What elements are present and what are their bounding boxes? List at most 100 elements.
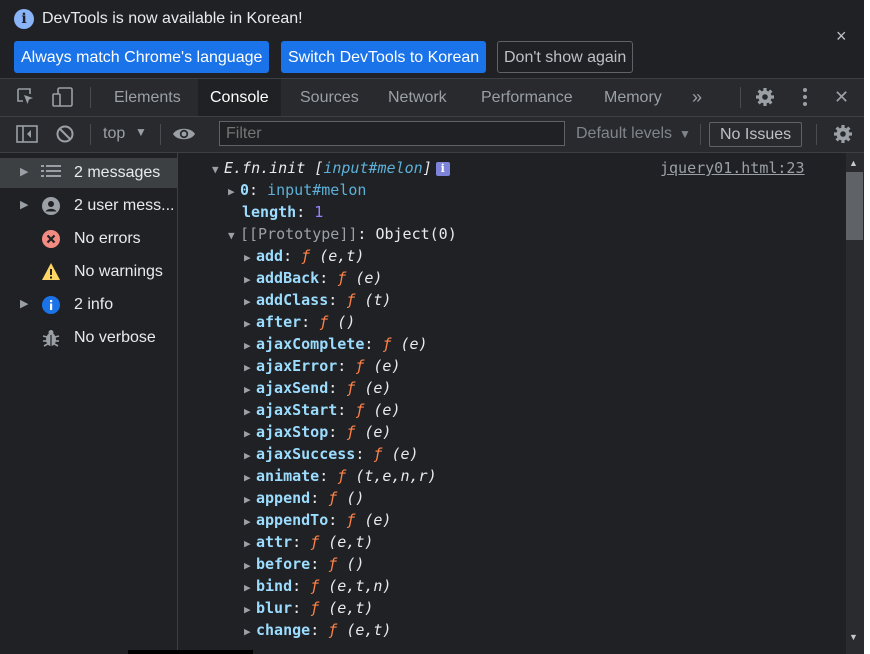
method-row[interactable]: ▶ ajaxStop: ƒ (e): [244, 421, 391, 443]
expand-arrow-icon[interactable]: ▶: [244, 401, 256, 423]
function-icon: ƒ: [373, 445, 383, 463]
tab-console[interactable]: Console: [198, 79, 281, 116]
element-ref[interactable]: input#melon: [323, 159, 422, 177]
property-value[interactable]: input#melon: [267, 181, 366, 199]
expand-arrow-icon[interactable]: ▶: [244, 357, 256, 379]
method-row[interactable]: ▶ addClass: ƒ (t): [244, 289, 391, 311]
method-name: add: [256, 247, 284, 265]
expand-arrow-icon[interactable]: ▶: [244, 511, 256, 533]
expand-arrow-icon[interactable]: ▶: [228, 181, 240, 203]
scrollbar-thumb[interactable]: [846, 172, 863, 240]
tab-sources[interactable]: Sources: [288, 79, 371, 116]
close-devtools-icon[interactable]: ✕: [822, 79, 861, 116]
method-row[interactable]: ▶ add: ƒ (e,t): [244, 245, 364, 267]
method-row[interactable]: ▶ addBack: ƒ (e): [244, 267, 382, 289]
method-row[interactable]: ▶ ajaxComplete: ƒ (e): [244, 333, 428, 355]
expand-arrow-icon[interactable]: ▶: [244, 313, 256, 335]
log-levels-dropdown[interactable]: Default levels: [576, 125, 672, 143]
context-selector[interactable]: top: [103, 125, 125, 143]
tab-memory[interactable]: Memory: [592, 79, 674, 116]
tab-performance[interactable]: Performance: [469, 79, 585, 116]
expand-arrow-icon[interactable]: ▶: [244, 489, 256, 511]
expand-arrow-icon[interactable]: ▶: [244, 423, 256, 445]
scroll-down-arrow-icon[interactable]: ▼: [849, 632, 858, 642]
method-row[interactable]: ▶ ajaxStart: ƒ (e): [244, 399, 401, 421]
expand-arrow-icon[interactable]: ▶: [244, 247, 256, 269]
function-icon: ƒ: [310, 599, 320, 617]
method-row[interactable]: ▶ before: ƒ (): [244, 553, 364, 575]
method-params: (): [337, 313, 356, 331]
expand-arrow-icon[interactable]: ▶: [20, 165, 28, 178]
chevron-down-icon[interactable]: ▼: [679, 127, 691, 141]
expand-arrow-icon[interactable]: ▶: [20, 297, 28, 310]
collapse-arrow-icon[interactable]: ▼: [228, 225, 240, 247]
chevron-down-icon[interactable]: ▼: [135, 125, 147, 139]
console-output: ▼ E.fn.init [input#melon] i jquery01.html:…: [178, 153, 846, 654]
filter-input[interactable]: [219, 121, 565, 146]
method-params: (e,t): [328, 599, 374, 617]
method-row[interactable]: ▶ animate: ƒ (t,e,n,r): [244, 465, 437, 487]
expand-arrow-icon[interactable]: ▶: [20, 198, 28, 211]
dont-show-again-button[interactable]: Don't show again: [497, 41, 634, 73]
devtools-window: i DevTools is now available in Korean! A…: [0, 0, 864, 654]
issues-button[interactable]: No Issues: [709, 122, 803, 147]
function-icon: ƒ: [301, 247, 311, 265]
match-language-button[interactable]: Always match Chrome's language: [14, 41, 270, 73]
close-icon[interactable]: ×: [836, 26, 847, 47]
sidebar-item-label: No warnings: [74, 263, 163, 280]
method-name: ajaxSend: [256, 379, 329, 397]
inspect-element-icon[interactable]: [16, 87, 36, 112]
expand-arrow-icon[interactable]: ▶: [244, 533, 256, 555]
sidebar-item-verbose[interactable]: No verbose: [0, 323, 177, 353]
expand-arrow-icon[interactable]: ▶: [244, 291, 256, 313]
method-row[interactable]: ▶ appendTo: ƒ (e): [244, 509, 391, 531]
expand-arrow-icon[interactable]: ▶: [244, 379, 256, 401]
method-row[interactable]: ▶ after: ƒ (): [244, 311, 355, 333]
expand-arrow-icon[interactable]: ▶: [244, 577, 256, 599]
method-params: (e,t): [346, 621, 392, 639]
method-row[interactable]: ▶ ajaxError: ƒ (e): [244, 355, 401, 377]
method-row[interactable]: ▶ attr: ƒ (e,t): [244, 531, 373, 553]
expand-arrow-icon[interactable]: ▶: [244, 621, 256, 643]
language-infobar: i DevTools is now available in Korean! A…: [0, 0, 864, 79]
prototype-row[interactable]: ▼ [[Prototype]]: Object(0): [228, 223, 457, 245]
method-row[interactable]: ▶ blur: ƒ (e,t): [244, 597, 373, 619]
method-params: (e): [364, 423, 392, 441]
log-entry-header[interactable]: ▼ E.fn.init [input#melon] i: [212, 157, 450, 179]
sidebar-toggle-icon[interactable]: [16, 124, 38, 149]
sidebar-item-user-messages[interactable]: ▶ 2 user mess...: [0, 191, 177, 221]
method-row[interactable]: ▶ bind: ƒ (e,t,n): [244, 575, 391, 597]
clear-console-icon[interactable]: [55, 124, 75, 149]
collapse-arrow-icon[interactable]: ▼: [212, 159, 224, 181]
expand-arrow-icon[interactable]: ▶: [244, 467, 256, 489]
expand-arrow-icon[interactable]: ▶: [244, 335, 256, 357]
sidebar-item-messages[interactable]: ▶ 2 messages: [0, 158, 177, 188]
scroll-up-arrow-icon[interactable]: ▲: [849, 158, 858, 168]
switch-korean-button[interactable]: Switch DevTools to Korean: [281, 41, 487, 73]
method-row[interactable]: ▶ ajaxSend: ƒ (e): [244, 377, 391, 399]
more-options-icon[interactable]: [800, 87, 810, 112]
object-property[interactable]: ▶ 0: input#melon: [228, 179, 366, 201]
device-toolbar-icon[interactable]: [52, 87, 74, 112]
object-property: length: 1: [242, 203, 324, 221]
tab-network[interactable]: Network: [376, 79, 459, 116]
sidebar-item-warnings[interactable]: No warnings: [0, 257, 177, 287]
tab-elements[interactable]: Elements: [102, 79, 193, 116]
source-link[interactable]: jquery01.html:23: [660, 159, 805, 177]
live-expression-eye-icon[interactable]: [172, 125, 196, 148]
console-settings-gear-icon[interactable]: [833, 124, 853, 149]
expand-arrow-icon[interactable]: ▶: [244, 555, 256, 577]
method-row[interactable]: ▶ append: ƒ (): [244, 487, 364, 509]
sidebar-item-errors[interactable]: No errors: [0, 224, 177, 254]
expand-arrow-icon[interactable]: ▶: [244, 599, 256, 621]
function-icon: ƒ: [346, 291, 356, 309]
sidebar-item-info[interactable]: ▶ 2 info: [0, 290, 177, 320]
more-tabs-icon[interactable]: »: [680, 79, 714, 116]
expand-arrow-icon[interactable]: ▶: [244, 269, 256, 291]
method-params: (e,t): [328, 533, 374, 551]
info-badge-icon[interactable]: i: [435, 162, 450, 176]
method-row[interactable]: ▶ change: ƒ (e,t): [244, 619, 391, 641]
method-row[interactable]: ▶ ajaxSuccess: ƒ (e): [244, 443, 419, 465]
expand-arrow-icon[interactable]: ▶: [244, 445, 256, 467]
settings-gear-icon[interactable]: [755, 87, 775, 112]
